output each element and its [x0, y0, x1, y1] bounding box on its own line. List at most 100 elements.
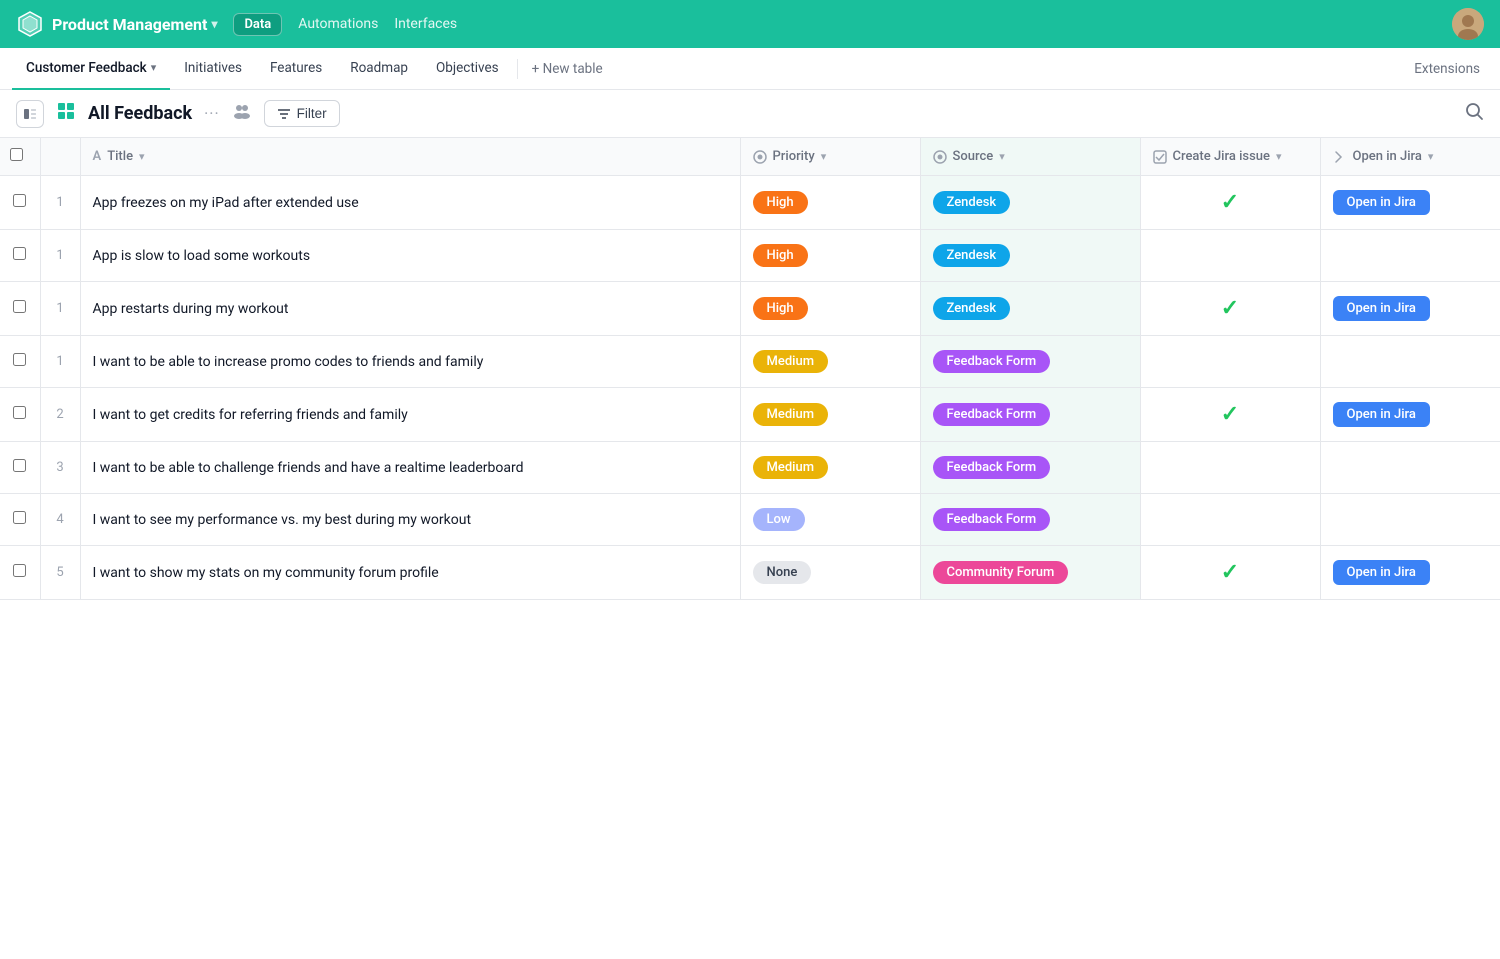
- row-checkbox[interactable]: [13, 247, 26, 260]
- row-checkbox[interactable]: [13, 459, 26, 472]
- source-badge[interactable]: Community Forum: [933, 561, 1069, 584]
- source-badge[interactable]: Feedback Form: [933, 403, 1051, 426]
- row-priority[interactable]: Medium: [740, 336, 920, 388]
- row-source[interactable]: Zendesk: [920, 230, 1140, 282]
- row-jira-open[interactable]: Open in Jira: [1320, 282, 1500, 336]
- priority-badge[interactable]: High: [753, 244, 808, 267]
- row-priority[interactable]: High: [740, 230, 920, 282]
- tab-customer-feedback[interactable]: Customer Feedback ▾: [12, 48, 170, 90]
- row-priority[interactable]: Low: [740, 494, 920, 546]
- row-source[interactable]: Feedback Form: [920, 494, 1140, 546]
- filter-button[interactable]: Filter: [264, 100, 340, 127]
- tab-roadmap[interactable]: Roadmap: [336, 48, 422, 90]
- tab-features[interactable]: Features: [256, 48, 336, 90]
- row-checkbox[interactable]: [13, 194, 26, 207]
- row-checkbox[interactable]: [13, 564, 26, 577]
- header-title[interactable]: A Title ▾: [80, 138, 740, 176]
- source-badge[interactable]: Zendesk: [933, 191, 1011, 214]
- title-sort-icon[interactable]: ▾: [139, 150, 145, 163]
- jira-open-button[interactable]: Open in Jira: [1333, 296, 1430, 321]
- row-checkbox-cell[interactable]: [0, 442, 40, 494]
- priority-sort-icon[interactable]: ▾: [821, 150, 827, 163]
- priority-badge[interactable]: Medium: [753, 350, 829, 373]
- row-jira-check: [1140, 230, 1320, 282]
- search-button[interactable]: [1464, 101, 1484, 126]
- priority-badge[interactable]: Medium: [753, 456, 829, 479]
- row-priority[interactable]: High: [740, 176, 920, 230]
- nav-data-badge[interactable]: Data: [233, 13, 282, 36]
- extensions-btn[interactable]: Extensions: [1406, 61, 1488, 77]
- toolbar-more-btn[interactable]: ···: [204, 104, 220, 123]
- row-title: I want to be able to increase promo code…: [80, 336, 740, 388]
- app-title-chevron-icon: ▾: [211, 17, 217, 31]
- header-jira-create-label: Create Jira issue: [1173, 149, 1271, 164]
- jira-open-sort-icon[interactable]: ▾: [1428, 150, 1434, 163]
- nav-automations[interactable]: Automations: [298, 16, 378, 32]
- row-checkbox-cell[interactable]: [0, 388, 40, 442]
- jira-open-button[interactable]: Open in Jira: [1333, 190, 1430, 215]
- row-priority[interactable]: Medium: [740, 388, 920, 442]
- jira-create-sort-icon[interactable]: ▾: [1276, 150, 1282, 163]
- row-checkbox[interactable]: [13, 406, 26, 419]
- row-checkbox-cell[interactable]: [0, 176, 40, 230]
- row-source[interactable]: Zendesk: [920, 282, 1140, 336]
- source-sort-icon[interactable]: ▾: [999, 150, 1005, 163]
- priority-badge[interactable]: Medium: [753, 403, 829, 426]
- header-title-label: Title: [107, 149, 133, 164]
- jira-open-button[interactable]: Open in Jira: [1333, 402, 1430, 427]
- row-jira-open[interactable]: Open in Jira: [1320, 546, 1500, 600]
- source-badge[interactable]: Zendesk: [933, 244, 1011, 267]
- row-source[interactable]: Feedback Form: [920, 442, 1140, 494]
- row-source[interactable]: Zendesk: [920, 176, 1140, 230]
- priority-badge[interactable]: High: [753, 297, 808, 320]
- row-source[interactable]: Feedback Form: [920, 336, 1140, 388]
- row-source[interactable]: Feedback Form: [920, 388, 1140, 442]
- header-jira-open[interactable]: Open in Jira ▾: [1320, 138, 1500, 176]
- row-jira-open[interactable]: Open in Jira: [1320, 176, 1500, 230]
- row-checkbox-cell[interactable]: [0, 282, 40, 336]
- source-col-icon: [933, 150, 947, 164]
- row-checkbox-cell[interactable]: [0, 494, 40, 546]
- filter-icon: [277, 107, 291, 121]
- priority-badge[interactable]: Low: [753, 508, 805, 531]
- priority-badge[interactable]: High: [753, 191, 808, 214]
- row-priority[interactable]: High: [740, 282, 920, 336]
- header-jira-create[interactable]: Create Jira issue ▾: [1140, 138, 1320, 176]
- app-title: Product Management: [52, 15, 207, 34]
- row-checkbox-cell[interactable]: [0, 546, 40, 600]
- row-jira-open: [1320, 494, 1500, 546]
- header-source[interactable]: Source ▾: [920, 138, 1140, 176]
- sidebar-toggle-btn[interactable]: [16, 100, 44, 128]
- jira-create-col-icon: [1153, 150, 1167, 164]
- select-all-checkbox[interactable]: [10, 148, 23, 161]
- tab-objectives[interactable]: Objectives: [422, 48, 513, 90]
- row-priority[interactable]: Medium: [740, 442, 920, 494]
- header-priority[interactable]: Priority ▾: [740, 138, 920, 176]
- row-jira-open[interactable]: Open in Jira: [1320, 388, 1500, 442]
- source-badge[interactable]: Feedback Form: [933, 456, 1051, 479]
- row-checkbox[interactable]: [13, 511, 26, 524]
- view-title: All Feedback: [88, 103, 192, 124]
- jira-open-button[interactable]: Open in Jira: [1333, 560, 1430, 585]
- row-checkbox[interactable]: [13, 300, 26, 313]
- row-jira-check: [1140, 336, 1320, 388]
- header-checkbox[interactable]: [0, 138, 40, 176]
- nav-interfaces[interactable]: Interfaces: [394, 16, 457, 32]
- top-nav: Product Management ▾ Data Automations In…: [0, 0, 1500, 48]
- table-row: 1 App freezes on my iPad after extended …: [0, 176, 1500, 230]
- priority-badge[interactable]: None: [753, 561, 812, 584]
- app-title-area[interactable]: Product Management ▾: [52, 15, 217, 34]
- tab-new-table[interactable]: + New table: [522, 48, 613, 90]
- row-checkbox[interactable]: [13, 353, 26, 366]
- source-badge[interactable]: Zendesk: [933, 297, 1011, 320]
- user-avatar[interactable]: [1452, 8, 1484, 40]
- source-badge[interactable]: Feedback Form: [933, 508, 1051, 531]
- source-badge[interactable]: Feedback Form: [933, 350, 1051, 373]
- row-source[interactable]: Community Forum: [920, 546, 1140, 600]
- tab-initiatives[interactable]: Initiatives: [170, 48, 256, 90]
- toolbar-people-btn[interactable]: [232, 101, 252, 126]
- grid-view-icon[interactable]: [56, 101, 76, 126]
- row-checkbox-cell[interactable]: [0, 230, 40, 282]
- row-priority[interactable]: None: [740, 546, 920, 600]
- row-checkbox-cell[interactable]: [0, 336, 40, 388]
